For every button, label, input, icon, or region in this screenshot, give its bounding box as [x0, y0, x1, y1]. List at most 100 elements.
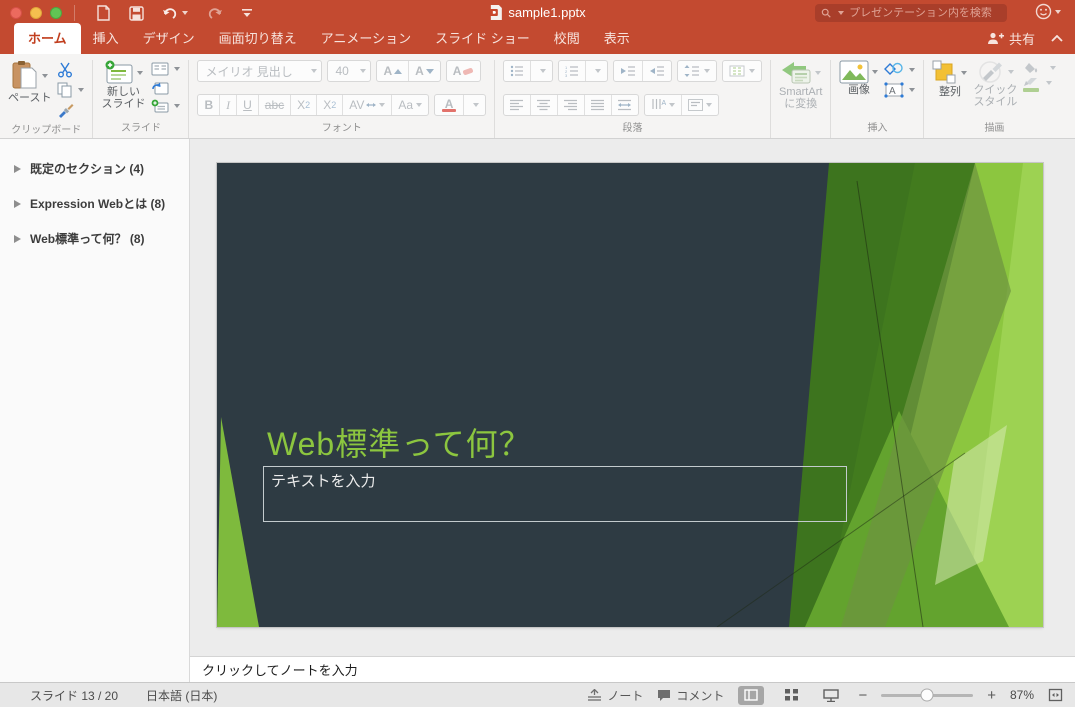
layout-dropdown-caret[interactable]: [174, 67, 181, 71]
section-collapse-triangle-icon[interactable]: [14, 164, 21, 173]
numbering-caret[interactable]: [586, 61, 607, 81]
search-scope-caret[interactable]: [838, 11, 845, 15]
paste-dropdown-caret[interactable]: [42, 74, 49, 78]
shapes-dropdown-caret[interactable]: [909, 68, 916, 72]
section-dropdown-caret[interactable]: [174, 104, 181, 108]
feedback-smiley-icon[interactable]: [1035, 3, 1061, 20]
slide-sorter-view-button[interactable]: [778, 686, 804, 705]
format-painter-button[interactable]: [57, 102, 84, 118]
zoom-slider-thumb[interactable]: [920, 688, 934, 702]
notes-toggle-button[interactable]: ノート: [587, 687, 643, 704]
section-collapse-triangle-icon[interactable]: [14, 234, 21, 243]
columns-button[interactable]: [723, 61, 761, 81]
arrange-dropdown-caret[interactable]: [961, 71, 968, 75]
search-field[interactable]: [815, 4, 1007, 22]
section-collapse-triangle-icon[interactable]: [14, 199, 21, 208]
underline-button[interactable]: U: [237, 95, 259, 115]
justify-button[interactable]: [585, 95, 613, 115]
share-button[interactable]: 共有: [987, 29, 1035, 48]
align-text-vertical-button[interactable]: [682, 95, 718, 115]
bold-button[interactable]: B: [198, 95, 221, 115]
tab-insert[interactable]: 挿入: [81, 24, 131, 54]
shape-fill-button[interactable]: [1023, 62, 1057, 74]
change-case-button[interactable]: Aa: [392, 95, 428, 115]
font-name-select[interactable]: メイリオ 見出し: [197, 60, 323, 82]
copy-button[interactable]: [57, 82, 85, 98]
reset-slide-button[interactable]: [151, 80, 180, 95]
new-slide-dropdown-caret[interactable]: [136, 71, 143, 75]
layout-button[interactable]: [151, 62, 181, 76]
new-slide-button[interactable]: 新しい スライド: [101, 60, 145, 110]
quick-styles-caret[interactable]: [1007, 70, 1014, 74]
arrange-button[interactable]: 整列: [932, 60, 968, 98]
tab-review[interactable]: 校閲: [542, 24, 592, 54]
undo-button[interactable]: [162, 6, 188, 21]
tab-slideshow[interactable]: スライド ショー: [423, 24, 542, 54]
insert-textbox-button[interactable]: A: [884, 82, 916, 98]
zoom-slider[interactable]: [881, 688, 974, 702]
fill-dropdown-caret[interactable]: [1050, 66, 1057, 70]
superscript-button[interactable]: X2: [291, 95, 318, 115]
align-left-button[interactable]: [504, 95, 532, 115]
undo-dropdown-caret[interactable]: [182, 11, 188, 15]
align-center-button[interactable]: [531, 95, 559, 115]
close-window-button[interactable]: [10, 7, 22, 19]
tab-transitions[interactable]: 画面切り替え: [207, 24, 309, 54]
feedback-caret[interactable]: [1055, 9, 1061, 14]
decrease-indent-button[interactable]: [614, 61, 644, 81]
section-button[interactable]: [151, 99, 181, 113]
font-color-caret[interactable]: [464, 95, 485, 115]
notes-pane[interactable]: クリックしてノートを入力: [190, 656, 1075, 682]
language-indicator[interactable]: 日本語 (日本): [146, 687, 217, 704]
zoom-window-button[interactable]: [50, 7, 62, 19]
customize-toolbar-icon[interactable]: [241, 8, 253, 18]
section-web-standards[interactable]: Web標準って何？ (8): [0, 221, 189, 256]
distribute-text-button[interactable]: [612, 95, 638, 115]
font-color-button[interactable]: A: [435, 95, 465, 115]
minimize-window-button[interactable]: [30, 7, 42, 19]
fit-slide-to-window-icon[interactable]: [1048, 688, 1063, 702]
quick-styles-button[interactable]: クイック スタイル: [973, 60, 1017, 108]
new-presentation-icon[interactable]: [96, 5, 111, 21]
cut-button[interactable]: [57, 62, 84, 78]
zoom-in-button[interactable]: +: [987, 687, 996, 704]
bullets-button[interactable]: [504, 61, 532, 81]
paste-button[interactable]: ペースト: [8, 60, 51, 104]
grow-font-button[interactable]: A: [377, 61, 410, 81]
strikethrough-button[interactable]: abc: [259, 95, 292, 115]
tab-view[interactable]: 表示: [592, 24, 642, 54]
slide-body-placeholder[interactable]: テキストを入力: [263, 466, 847, 522]
tab-design[interactable]: デザイン: [131, 24, 207, 54]
insert-picture-button[interactable]: 画像: [839, 60, 879, 96]
text-direction-button[interactable]: A: [645, 95, 683, 115]
convert-to-smartart-button[interactable]: SmartArt に変換: [779, 60, 822, 110]
search-input[interactable]: [849, 7, 1001, 19]
numbering-button[interactable]: 123: [559, 61, 587, 81]
subscript-button[interactable]: X2: [317, 95, 344, 115]
outline-dropdown-caret[interactable]: [1046, 80, 1053, 85]
textbox-dropdown-caret[interactable]: [909, 88, 916, 92]
smartart-dropdown-caret[interactable]: [815, 71, 822, 75]
normal-view-button[interactable]: [738, 685, 765, 705]
slide[interactable]: Web標準って何？ テキストを入力: [217, 163, 1043, 627]
shape-outline-button[interactable]: [1023, 78, 1056, 92]
slide-canvas[interactable]: Web標準って何？ テキストを入力: [190, 139, 1075, 656]
tab-animations[interactable]: アニメーション: [309, 24, 423, 54]
copy-dropdown-caret[interactable]: [78, 88, 85, 92]
zoom-percentage[interactable]: 87%: [1010, 688, 1034, 702]
italic-button[interactable]: I: [220, 95, 238, 115]
save-icon[interactable]: [129, 5, 144, 21]
insert-shapes-button[interactable]: [884, 62, 916, 78]
picture-dropdown-caret[interactable]: [872, 70, 879, 74]
slideshow-view-button[interactable]: [818, 686, 844, 705]
bullets-caret[interactable]: [531, 61, 552, 81]
align-right-button[interactable]: [558, 95, 586, 115]
character-spacing-button[interactable]: AV: [343, 95, 393, 115]
increase-indent-button[interactable]: [643, 61, 671, 81]
slide-title[interactable]: Web標準って何？: [267, 419, 532, 465]
collapse-ribbon-icon[interactable]: [1051, 35, 1063, 42]
section-expression-web[interactable]: Expression Webとは (8): [0, 186, 189, 221]
clear-formatting-button[interactable]: A: [447, 61, 481, 81]
shrink-font-button[interactable]: A: [409, 61, 440, 81]
tab-home[interactable]: ホーム: [14, 23, 81, 54]
